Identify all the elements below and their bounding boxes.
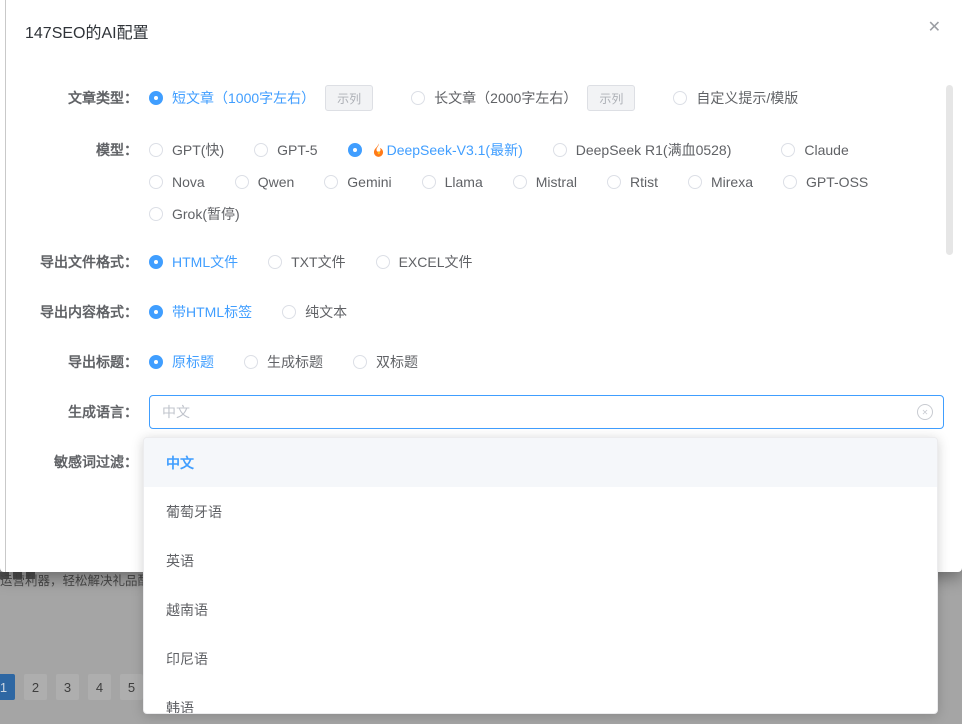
row-model: 模型： GPT(快) GPT-5 xyxy=(6,134,942,230)
radio-on-icon xyxy=(149,355,163,369)
sensitive-filter-label: 敏感词过滤： xyxy=(6,448,138,476)
radio-model-mirexa[interactable]: Mirexa xyxy=(688,174,753,190)
row-export-file-format: 导出文件格式： HTML文件 TXT文件 EXCEL文件 xyxy=(6,248,942,276)
radio-on-icon xyxy=(149,255,163,269)
row-export-content-format: 导出内容格式： 带HTML标签 纯文本 xyxy=(6,298,942,326)
radio-off-icon xyxy=(673,91,687,105)
radio-on-icon xyxy=(149,91,163,105)
row-export-title: 导出标题： 原标题 生成标题 双标题 xyxy=(6,348,942,376)
close-icon[interactable]: ✕ xyxy=(928,18,941,38)
radio-off-icon xyxy=(688,175,702,189)
radio-with-html-tags[interactable]: 带HTML标签 xyxy=(149,302,252,322)
generate-language-label: 生成语言： xyxy=(6,395,138,429)
dropdown-option-korean[interactable]: 韩语 xyxy=(144,683,937,714)
model-label: 模型： xyxy=(6,134,138,166)
radio-model-nova[interactable]: Nova xyxy=(149,174,205,190)
screen: 运营利器，轻松解决礼品配 1 2 3 4 5 147SEO的AI配置 ✕ 文章类… xyxy=(0,0,962,724)
radio-on-icon xyxy=(348,143,362,157)
radio-excel-file[interactable]: EXCEL文件 xyxy=(376,252,473,272)
radio-off-icon xyxy=(553,143,567,157)
fire-icon xyxy=(371,142,386,158)
dialog-scrollbar-thumb[interactable] xyxy=(946,85,953,255)
short-article-sample-button[interactable]: 示列 xyxy=(325,85,373,111)
export-file-format-label: 导出文件格式： xyxy=(6,248,138,276)
radio-off-icon xyxy=(244,355,258,369)
language-dropdown: 中文 葡萄牙语 英语 越南语 印尼语 韩语 xyxy=(143,437,938,714)
radio-generated-title[interactable]: 生成标题 xyxy=(244,352,323,372)
pagination-page-4[interactable]: 4 xyxy=(88,674,111,700)
background-pagination: 1 2 3 4 5 xyxy=(0,674,143,700)
long-article-sample-button[interactable]: 示列 xyxy=(587,85,635,111)
radio-off-icon xyxy=(422,175,436,189)
radio-off-icon xyxy=(607,175,621,189)
row-generate-language: 生成语言： ✕ xyxy=(6,395,942,429)
radio-off-icon xyxy=(149,143,163,157)
radio-model-gemini[interactable]: Gemini xyxy=(324,174,391,190)
background-snippet-text: 运营利器，轻松解决礼品配 xyxy=(0,570,143,589)
export-title-label: 导出标题： xyxy=(6,348,138,376)
export-content-format-label: 导出内容格式： xyxy=(6,298,138,326)
radio-off-icon xyxy=(282,305,296,319)
radio-off-icon xyxy=(376,255,390,269)
radio-model-gpt-fast[interactable]: GPT(快) xyxy=(149,140,224,160)
radio-short-article[interactable]: 短文章（1000字左右） xyxy=(149,88,315,108)
radio-html-file[interactable]: HTML文件 xyxy=(149,252,238,272)
radio-off-icon xyxy=(254,143,268,157)
pagination-page-5[interactable]: 5 xyxy=(120,674,143,700)
radio-model-grok[interactable]: Grok(暂停) xyxy=(149,204,240,224)
radio-off-icon xyxy=(149,207,163,221)
radio-model-gpt-oss[interactable]: GPT-OSS xyxy=(783,174,868,190)
pagination-page-1[interactable]: 1 xyxy=(0,674,15,700)
radio-off-icon xyxy=(411,91,425,105)
radio-model-gpt5[interactable]: GPT-5 xyxy=(254,142,317,158)
radio-off-icon xyxy=(235,175,249,189)
dropdown-option-vietnamese[interactable]: 越南语 xyxy=(144,585,937,634)
radio-original-title[interactable]: 原标题 xyxy=(149,352,214,372)
article-type-label: 文章类型： xyxy=(6,84,138,112)
radio-long-article[interactable]: 长文章（2000字左右） xyxy=(411,88,577,108)
dropdown-option-english[interactable]: 英语 xyxy=(144,536,937,585)
radio-model-qwen[interactable]: Qwen xyxy=(235,174,295,190)
radio-plain-text[interactable]: 纯文本 xyxy=(282,302,347,322)
radio-model-rtist[interactable]: Rtist xyxy=(607,174,658,190)
radio-double-title[interactable]: 双标题 xyxy=(353,352,418,372)
radio-off-icon xyxy=(783,175,797,189)
radio-model-deepseek-r1[interactable]: DeepSeek R1(满血0528) xyxy=(553,140,732,160)
dropdown-option-portuguese[interactable]: 葡萄牙语 xyxy=(144,487,937,536)
radio-off-icon xyxy=(781,143,795,157)
radio-custom-template[interactable]: 自定义提示/模版 xyxy=(673,88,798,108)
pagination-page-2[interactable]: 2 xyxy=(24,674,47,700)
radio-on-icon xyxy=(149,305,163,319)
radio-txt-file[interactable]: TXT文件 xyxy=(268,252,345,272)
radio-model-deepseek-v31[interactable]: DeepSeek-V3.1(最新) xyxy=(348,140,523,160)
radio-model-llama[interactable]: Llama xyxy=(422,174,483,190)
radio-off-icon xyxy=(268,255,282,269)
dropdown-option-chinese[interactable]: 中文 xyxy=(144,438,937,487)
row-article-type: 文章类型： 短文章（1000字左右） 示列 长文章（2000字左右） 示列 自定… xyxy=(6,84,942,112)
dialog-title: 147SEO的AI配置 xyxy=(25,19,149,43)
radio-off-icon xyxy=(513,175,527,189)
radio-off-icon xyxy=(353,355,367,369)
radio-model-mistral[interactable]: Mistral xyxy=(513,174,577,190)
pagination-page-3[interactable]: 3 xyxy=(56,674,79,700)
radio-off-icon xyxy=(324,175,338,189)
dropdown-option-indonesian[interactable]: 印尼语 xyxy=(144,634,937,683)
radio-model-claude[interactable]: Claude xyxy=(781,142,848,158)
radio-off-icon xyxy=(149,175,163,189)
clear-input-icon[interactable]: ✕ xyxy=(917,404,933,420)
language-input[interactable] xyxy=(149,395,944,429)
